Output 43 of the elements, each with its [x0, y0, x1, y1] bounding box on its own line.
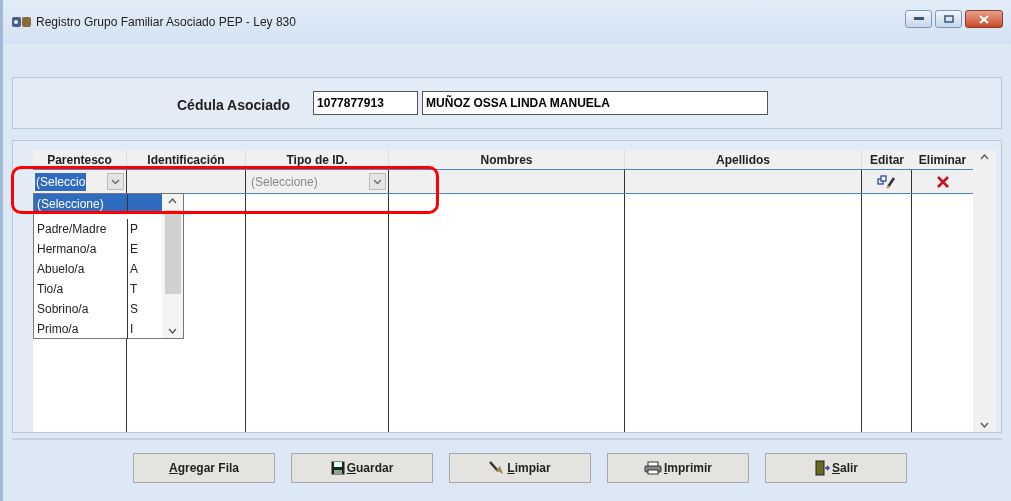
minimize-button[interactable] — [905, 10, 932, 28]
printer-icon — [644, 461, 662, 475]
scroll-down-icon[interactable] — [980, 422, 989, 428]
toolbar-button[interactable]: Guardar — [291, 453, 433, 483]
maximize-icon — [943, 15, 954, 23]
dropdown-option[interactable]: Abuelo/a A — [34, 259, 162, 279]
toolbar-button[interactable]: Agregar Fila — [133, 453, 275, 483]
associate-id-field[interactable]: 1077877913 — [313, 91, 419, 115]
scroll-thumb[interactable] — [164, 210, 181, 294]
scroll-down-icon[interactable] — [168, 328, 177, 334]
dropdown-option[interactable]: Primo/a I — [34, 319, 162, 339]
associate-name-field[interactable]: MUÑOZ OSSA LINDA MANUELA — [422, 91, 769, 115]
dropdown-option[interactable]: Hermano/a E — [34, 239, 162, 259]
broom-icon — [489, 461, 506, 475]
scroll-up-icon[interactable] — [168, 198, 177, 204]
dropdown-option[interactable]: (Seleccione) — [34, 194, 162, 214]
column-header: Tipo de ID. — [286, 151, 348, 169]
column-header: Eliminar — [918, 151, 967, 169]
dropdown-option[interactable]: Sobrino/a S — [34, 299, 162, 319]
scrollbar[interactable] — [973, 150, 996, 432]
column-header: Parentesco — [47, 151, 112, 169]
column-header: Identificación — [147, 151, 225, 169]
dropdown-option[interactable]: Tio/a T — [34, 279, 162, 299]
column-header: Editar — [870, 151, 904, 169]
delete-icon[interactable] — [936, 175, 949, 188]
dropdown-scrollbar[interactable] — [162, 194, 183, 338]
toolbar-button[interactable]: Limpiar — [449, 453, 591, 483]
associate-label: Cédula Asociado — [177, 95, 291, 115]
close-button[interactable] — [965, 10, 1003, 28]
maximize-button[interactable] — [935, 10, 962, 28]
dropdown-option[interactable]: Padre/Madre P — [34, 219, 162, 239]
scroll-up-icon[interactable] — [980, 154, 989, 160]
toolbar-button[interactable]: Imprimir — [607, 453, 749, 483]
window-title: Registro Grupo Familiar Asociado PEP - Ley 830 — [36, 14, 296, 31]
minimize-icon — [913, 17, 924, 21]
combo-box[interactable]: (Seleccio — [33, 170, 126, 193]
column-header: Nombres — [480, 151, 533, 169]
column-header: Apellidos — [716, 151, 770, 169]
edit-icon[interactable] — [876, 174, 897, 189]
app-icon — [11, 15, 33, 29]
close-icon — [979, 14, 989, 24]
toolbar-button[interactable]: Salir — [765, 453, 907, 483]
exit-door-icon — [814, 460, 830, 476]
